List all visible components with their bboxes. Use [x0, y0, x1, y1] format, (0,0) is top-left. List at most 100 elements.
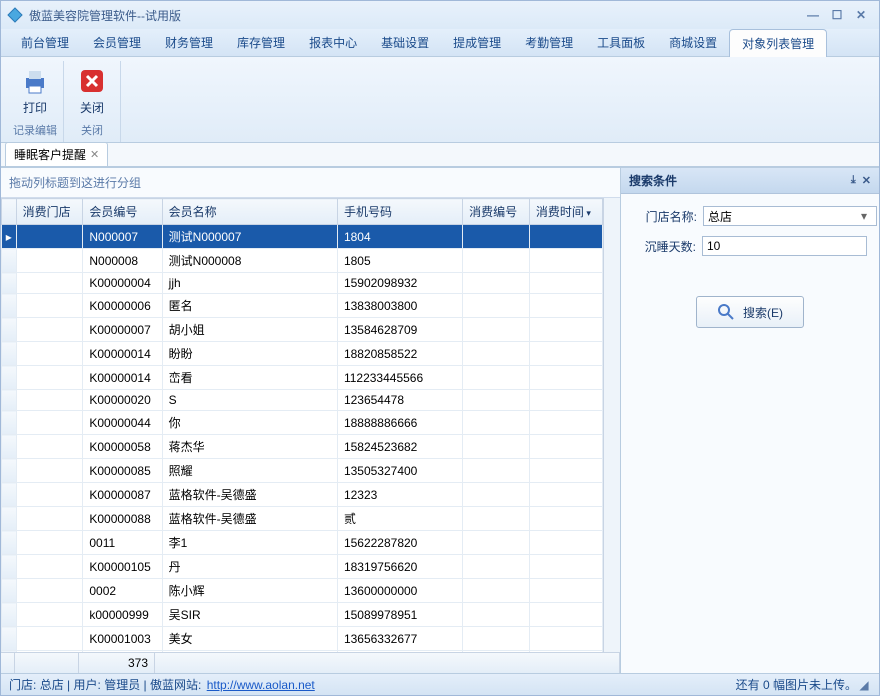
resize-grip-icon[interactable]: ◢ — [857, 678, 871, 692]
cell: 15824523682 — [337, 435, 462, 459]
menu-item[interactable]: 基础设置 — [369, 29, 441, 56]
cell — [16, 579, 83, 603]
data-grid[interactable]: 消费门店会员编号会员名称手机号码消费编号消费时间 ▾ ▸N000007测试N00… — [1, 198, 603, 652]
menu-item[interactable]: 会员管理 — [81, 29, 153, 56]
cell: k00000999 — [83, 603, 162, 627]
column-header[interactable]: 手机号码 — [337, 199, 462, 225]
cell — [529, 603, 602, 627]
search-panel-title: 搜索条件 — [629, 172, 677, 189]
cell: 测试N000008 — [162, 249, 337, 273]
store-label: 门店名称: — [633, 208, 697, 225]
table-row[interactable]: K00000087蓝格软件-吴德盛12323 — [2, 483, 603, 507]
close-window-button[interactable]: ✕ — [849, 8, 873, 22]
table-row[interactable]: K00000020S123654478 — [2, 390, 603, 411]
table-row[interactable]: K00000007胡小姐13584628709 — [2, 318, 603, 342]
cell: 蓝格软件-吴德盛 — [162, 483, 337, 507]
column-header[interactable]: 会员编号 — [83, 199, 162, 225]
titlebar: 傲蓝美容院管理软件--试用版 — ☐ ✕ — [1, 1, 879, 29]
column-header[interactable]: 会员名称 — [162, 199, 337, 225]
table-row[interactable]: K00000014峦看112233445566 — [2, 366, 603, 390]
cell — [529, 483, 602, 507]
cell — [529, 225, 602, 249]
table-row[interactable]: ▸N000007测试N0000071804 — [2, 225, 603, 249]
table-row[interactable]: K00000014盼盼18820858522 — [2, 342, 603, 366]
cell — [16, 531, 83, 555]
column-header[interactable]: 消费时间 ▾ — [529, 199, 602, 225]
cell — [529, 411, 602, 435]
table-row[interactable]: K00000004jjh15902098932 — [2, 273, 603, 294]
column-header[interactable]: 消费门店 — [16, 199, 83, 225]
status-upload: 还有 0 幅图片未上传。 — [736, 676, 857, 693]
days-label: 沉睡天数: — [633, 238, 696, 255]
cell — [16, 459, 83, 483]
grid-footer: 373 — [1, 652, 620, 673]
days-input[interactable] — [702, 236, 867, 256]
toolbtn-label: 关闭 — [80, 99, 104, 116]
menu-item[interactable]: 商城设置 — [657, 29, 729, 56]
cell: 18820858522 — [337, 342, 462, 366]
print-button[interactable]: 打印 — [11, 61, 59, 120]
cell — [529, 531, 602, 555]
pin-icon[interactable]: ⤓ — [851, 174, 856, 187]
table-row[interactable]: k00000999吴SIR15089978951 — [2, 603, 603, 627]
table-row[interactable]: K00000006匿名13838003800 — [2, 294, 603, 318]
table-row[interactable]: K00000105丹18319756620 — [2, 555, 603, 579]
cell: K00000014 — [83, 342, 162, 366]
cell — [16, 555, 83, 579]
table-row[interactable]: 0011李115622287820 — [2, 531, 603, 555]
cell: 123654478 — [337, 390, 462, 411]
tab-close-icon[interactable]: ✕ — [90, 148, 99, 161]
cell — [16, 411, 83, 435]
cell: 贰 — [337, 507, 462, 531]
status-store-label: 门店: — [9, 676, 36, 693]
cell: 12323 — [337, 483, 462, 507]
store-select[interactable] — [703, 206, 877, 226]
search-panel: 搜索条件 ⤓ ✕ 门店名称: ▾ 沉睡天数: 搜索(E) — [621, 168, 879, 673]
cell — [463, 249, 530, 273]
menu-item[interactable]: 工具面板 — [585, 29, 657, 56]
table-row[interactable]: K00000044你18888886666 — [2, 411, 603, 435]
table-row[interactable]: K00000088蓝格软件-吴德盛贰 — [2, 507, 603, 531]
cell — [529, 249, 602, 273]
cell: 李1 — [162, 531, 337, 555]
cell: N000008 — [83, 249, 162, 273]
menu-item[interactable]: 考勤管理 — [513, 29, 585, 56]
menu-item[interactable]: 提成管理 — [441, 29, 513, 56]
minimize-button[interactable]: — — [801, 8, 825, 22]
cell — [16, 342, 83, 366]
column-header[interactable]: 消费编号 — [463, 199, 530, 225]
cell — [463, 579, 530, 603]
cell — [463, 507, 530, 531]
cell — [529, 294, 602, 318]
menu-item[interactable]: 报表中心 — [297, 29, 369, 56]
search-button[interactable]: 搜索(E) — [696, 296, 804, 328]
cell: 你 — [162, 411, 337, 435]
cell — [463, 294, 530, 318]
status-store: 总店 — [40, 676, 64, 693]
table-row[interactable]: N000008测试N0000081805 — [2, 249, 603, 273]
cell: K00000020 — [83, 390, 162, 411]
maximize-button[interactable]: ☐ — [825, 8, 849, 22]
cell — [463, 318, 530, 342]
panel-close-icon[interactable]: ✕ — [862, 174, 871, 187]
table-row[interactable]: K00001003美女13656332677 — [2, 627, 603, 651]
grid-scrollbar[interactable] — [603, 198, 620, 652]
menu-item[interactable]: 对象列表管理 — [729, 29, 827, 57]
tab-sleeping-customers[interactable]: 睡眠客户提醒 ✕ — [5, 142, 108, 166]
cell: N000007 — [83, 225, 162, 249]
cell — [529, 390, 602, 411]
cell: 18319756620 — [337, 555, 462, 579]
cell — [16, 318, 83, 342]
table-row[interactable]: 0002陈小辉13600000000 — [2, 579, 603, 603]
menu-item[interactable]: 前台管理 — [9, 29, 81, 56]
status-site-link[interactable]: http://www.aolan.net — [207, 678, 315, 692]
menu-item[interactable]: 库存管理 — [225, 29, 297, 56]
cell — [529, 459, 602, 483]
close-button[interactable]: 关闭 — [68, 61, 116, 120]
menu-item[interactable]: 财务管理 — [153, 29, 225, 56]
table-row[interactable]: K00000085照耀13505327400 — [2, 459, 603, 483]
cell — [16, 366, 83, 390]
table-row[interactable]: K00000058蒋杰华15824523682 — [2, 435, 603, 459]
cell: 13505327400 — [337, 459, 462, 483]
statusbar: 门店: 总店 | 用户: 管理员 | 傲蓝网站: http://www.aola… — [1, 673, 879, 695]
